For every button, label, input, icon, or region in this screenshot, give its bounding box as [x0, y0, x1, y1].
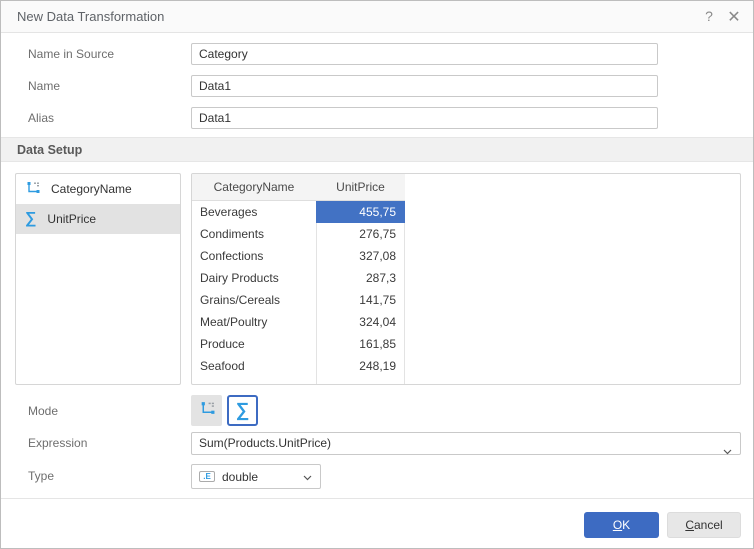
field-list-panel: CategoryName ∑ UnitPrice: [15, 173, 181, 385]
type-value: double: [222, 470, 258, 484]
field-item-label: UnitPrice: [47, 212, 96, 226]
table-body: Beverages 455,75 Condiments 276,75 Confe…: [192, 201, 405, 377]
ok-button[interactable]: OK: [584, 512, 659, 538]
dialog-title: New Data Transformation: [17, 9, 164, 24]
dimension-icon: [25, 180, 40, 198]
column-header-categoryname[interactable]: CategoryName: [192, 174, 316, 200]
cancel-button[interactable]: Cancel: [667, 512, 741, 538]
sum-mode-button[interactable]: ∑: [227, 395, 258, 426]
table-row[interactable]: Condiments 276,75: [192, 223, 405, 245]
value-cell[interactable]: 248,19: [316, 355, 405, 377]
category-cell[interactable]: Grains/Cereals: [192, 293, 316, 307]
value-cell[interactable]: 141,75: [316, 289, 405, 311]
name-input[interactable]: [191, 75, 658, 97]
type-label: Type: [28, 465, 54, 487]
category-cell[interactable]: Condiments: [192, 227, 316, 241]
alias-input[interactable]: [191, 107, 658, 129]
value-cell[interactable]: 161,85: [316, 333, 405, 355]
name-label: Name: [28, 75, 60, 97]
table-row[interactable]: Meat/Poultry 324,04: [192, 311, 405, 333]
name-in-source-label: Name in Source: [28, 43, 114, 65]
value-cell[interactable]: 327,08: [316, 245, 405, 267]
chevron-down-icon: [303, 470, 312, 484]
table-header: CategoryName UnitPrice: [192, 174, 405, 201]
category-cell[interactable]: Meat/Poultry: [192, 315, 316, 329]
table-row[interactable]: Beverages 455,75: [192, 201, 405, 223]
table-row[interactable]: Dairy Products 287,3: [192, 267, 405, 289]
field-item-categoryname[interactable]: CategoryName: [16, 174, 180, 204]
dimension-mode-button[interactable]: [191, 395, 222, 426]
field-item-label: CategoryName: [51, 182, 132, 196]
alias-label: Alias: [28, 107, 54, 129]
sum-icon: ∑: [25, 211, 36, 227]
data-preview-panel: CategoryName UnitPrice Beverages 455,75 …: [191, 173, 741, 385]
mode-label: Mode: [28, 400, 58, 422]
sum-icon: ∑: [236, 401, 250, 420]
data-setup-section-header: Data Setup: [1, 137, 753, 162]
footer-divider: [1, 498, 753, 499]
value-cell-selected[interactable]: 455,75: [316, 201, 405, 223]
category-cell[interactable]: Beverages: [192, 205, 316, 219]
chevron-down-icon: [723, 441, 732, 462]
dimension-icon: [199, 400, 215, 421]
type-select[interactable]: .E double: [191, 464, 321, 489]
table-row[interactable]: Seafood 248,19: [192, 355, 405, 377]
category-cell[interactable]: Seafood: [192, 359, 316, 373]
category-cell[interactable]: Produce: [192, 337, 316, 351]
name-in-source-input[interactable]: [191, 43, 658, 65]
new-data-transformation-dialog: New Data Transformation ? ✕ Name in Sour…: [0, 0, 754, 549]
close-icon[interactable]: ✕: [726, 7, 742, 27]
table-row[interactable]: Produce 161,85: [192, 333, 405, 355]
expression-value: Sum(Products.UnitPrice): [199, 436, 331, 450]
value-cell[interactable]: 276,75: [316, 223, 405, 245]
field-item-unitprice[interactable]: ∑ UnitPrice: [16, 204, 180, 234]
title-bar: New Data Transformation ? ✕: [1, 1, 753, 33]
category-cell[interactable]: Confections: [192, 249, 316, 263]
section-title: Data Setup: [17, 143, 82, 157]
value-cell[interactable]: 324,04: [316, 311, 405, 333]
table-row[interactable]: Grains/Cereals 141,75: [192, 289, 405, 311]
column-header-unitprice[interactable]: UnitPrice: [316, 174, 405, 200]
help-icon[interactable]: ?: [701, 8, 717, 24]
expression-combobox[interactable]: Sum(Products.UnitPrice): [191, 432, 741, 455]
expression-label: Expression: [28, 432, 87, 454]
value-cell[interactable]: 287,3: [316, 267, 405, 289]
double-type-icon: .E: [199, 471, 215, 482]
category-cell[interactable]: Dairy Products: [192, 271, 316, 285]
table-row[interactable]: Confections 327,08: [192, 245, 405, 267]
